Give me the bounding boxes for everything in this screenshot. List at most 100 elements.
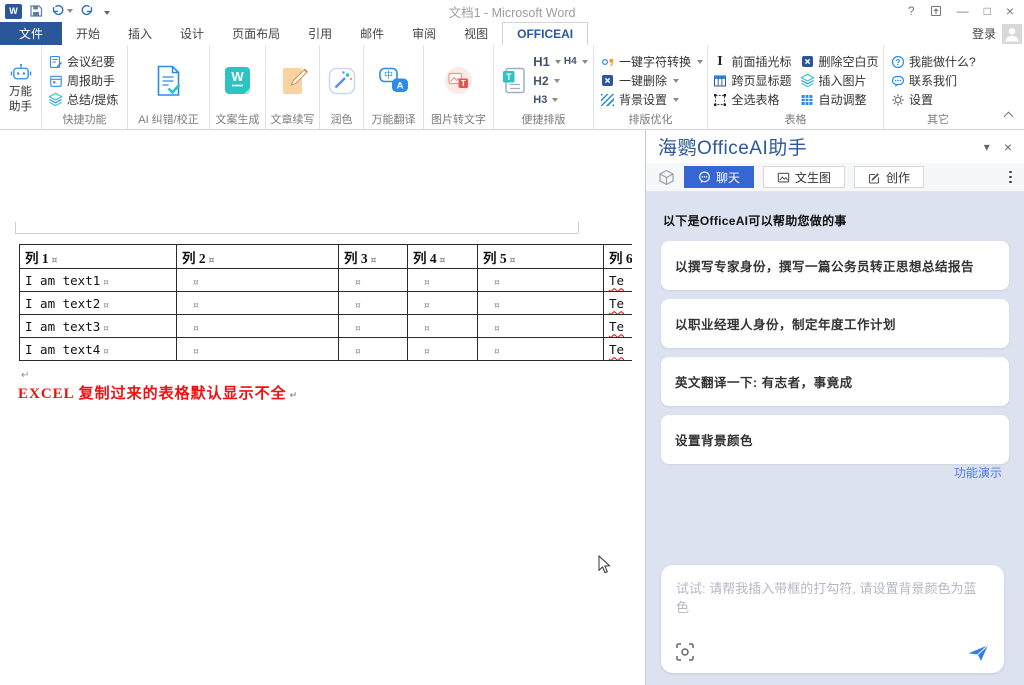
suggestion-card[interactable]: 以撰写专家身份，撰写一篇公务员转正思想总结报告 bbox=[661, 241, 1009, 290]
document-table[interactable]: 列 1¤ 列 2¤ 列 3¤ 列 4¤ 列 5¤ 列 6 I am text1¤… bbox=[19, 244, 632, 361]
table-cell[interactable]: ¤ bbox=[339, 338, 408, 361]
what-can-i-do-button[interactable]: ?我能做什么? bbox=[886, 52, 990, 71]
continue-writing-button[interactable] bbox=[268, 48, 317, 113]
panel-tab-text-to-image[interactable]: 文生图 bbox=[763, 166, 845, 188]
collapse-ribbon-button[interactable] bbox=[1004, 112, 1014, 122]
panel-tab-create[interactable]: 创作 bbox=[854, 166, 924, 188]
table-cell[interactable]: I am text2¤ bbox=[20, 292, 177, 315]
table-header-cell[interactable]: 列 3¤ bbox=[339, 245, 408, 269]
table-cell[interactable]: Te bbox=[604, 292, 633, 315]
table-cell[interactable]: Te bbox=[604, 269, 633, 292]
table-cell[interactable]: I am text4¤ bbox=[20, 338, 177, 361]
table-cell[interactable]: Te bbox=[604, 338, 633, 361]
table-cell[interactable]: ¤ bbox=[177, 269, 339, 292]
minimize-button[interactable]: — bbox=[957, 4, 969, 18]
login-label[interactable]: 登录 bbox=[972, 25, 996, 42]
universal-assistant-button[interactable]: 万能 助手 bbox=[2, 48, 39, 129]
table-cell[interactable]: ¤ bbox=[478, 315, 604, 338]
contact-us-button[interactable]: 联系我们 bbox=[886, 71, 990, 90]
tab-view[interactable]: 视图 bbox=[450, 22, 502, 45]
qat-customize-button[interactable] bbox=[102, 4, 110, 18]
settings-button[interactable]: 设置 bbox=[886, 90, 990, 109]
account-avatar[interactable] bbox=[1002, 24, 1022, 44]
char-convert-button[interactable]: 一键字符转换 bbox=[596, 52, 705, 71]
table-header-cell[interactable]: 列 2¤ bbox=[177, 245, 339, 269]
close-button[interactable]: × bbox=[1006, 3, 1014, 19]
table-header-cell[interactable]: 列 6 bbox=[604, 245, 633, 269]
background-settings-button[interactable]: 背景设置 bbox=[596, 90, 705, 109]
h2-button[interactable]: H2 bbox=[533, 74, 548, 88]
panel-collapse-button[interactable]: ▾ bbox=[984, 140, 990, 154]
save-icon[interactable] bbox=[29, 4, 43, 18]
table-cell[interactable]: I am text1¤ bbox=[20, 269, 177, 292]
meeting-notes-button[interactable]: 会议纪要 bbox=[44, 52, 125, 71]
table-cell[interactable]: ¤ bbox=[339, 269, 408, 292]
feature-demo-link[interactable]: 功能演示 bbox=[954, 464, 1002, 481]
table-header-cell[interactable]: 列 5¤ bbox=[478, 245, 604, 269]
undo-button[interactable] bbox=[50, 4, 73, 18]
table-cell[interactable]: ¤ bbox=[177, 292, 339, 315]
weekly-report-button[interactable]: 周报助手 bbox=[44, 71, 125, 90]
tab-design[interactable]: 设计 bbox=[166, 22, 218, 45]
tab-officeai[interactable]: OFFICEAI bbox=[502, 22, 588, 45]
maximize-button[interactable]: □ bbox=[984, 4, 991, 18]
table-cell[interactable]: ¤ bbox=[478, 292, 604, 315]
document-note-text[interactable]: EXCEL 复制过来的表格默认显示不全↵ bbox=[18, 382, 298, 403]
table-cell[interactable]: ¤ bbox=[478, 269, 604, 292]
table-cell[interactable]: ¤ bbox=[177, 315, 339, 338]
table-cell[interactable]: I am text3¤ bbox=[20, 315, 177, 338]
delete-blank-page-button[interactable]: 删除空白页 bbox=[796, 52, 883, 71]
select-table-button[interactable]: 全选表格 bbox=[708, 90, 795, 109]
panel-close-button[interactable]: × bbox=[1004, 139, 1012, 155]
suggestion-card[interactable]: 设置背景颜色 bbox=[661, 415, 1009, 464]
panel-menu-button[interactable] bbox=[1009, 171, 1012, 184]
table-header-row[interactable]: 列 1¤ 列 2¤ 列 3¤ 列 4¤ 列 5¤ 列 6 bbox=[20, 245, 633, 269]
table-row[interactable]: I am text3¤ ¤ ¤ ¤ ¤ Te bbox=[20, 315, 633, 338]
table-row[interactable]: I am text1¤ ¤ ¤ ¤ ¤ Te bbox=[20, 269, 633, 292]
polish-button[interactable] bbox=[322, 48, 361, 113]
autofit-button[interactable]: 自动调整 bbox=[796, 90, 883, 109]
image-to-text-button[interactable]: T bbox=[426, 48, 491, 113]
tab-review[interactable]: 审阅 bbox=[398, 22, 450, 45]
repeat-header-button[interactable]: 跨页显标题 bbox=[708, 71, 795, 90]
table-cell[interactable]: ¤ bbox=[177, 338, 339, 361]
table-cell[interactable]: ¤ bbox=[408, 269, 478, 292]
table-cell[interactable]: ¤ bbox=[339, 292, 408, 315]
tab-mailings[interactable]: 邮件 bbox=[346, 22, 398, 45]
chat-input[interactable] bbox=[676, 578, 989, 636]
table-row[interactable]: I am text2¤ ¤ ¤ ¤ ¤ Te bbox=[20, 292, 633, 315]
insert-cursor-before-button[interactable]: I前面插光标 bbox=[708, 52, 795, 71]
ribbon-options-button[interactable] bbox=[930, 5, 942, 17]
insert-picture-button[interactable]: 插入图片 bbox=[796, 71, 883, 90]
h1-button[interactable]: H1 bbox=[533, 54, 550, 69]
document-canvas[interactable]: 列 1¤ 列 2¤ 列 3¤ 列 4¤ 列 5¤ 列 6 I am text1¤… bbox=[0, 130, 645, 685]
table-cell[interactable]: ¤ bbox=[408, 338, 478, 361]
ai-proofread-button[interactable] bbox=[130, 48, 207, 113]
tab-insert[interactable]: 插入 bbox=[114, 22, 166, 45]
tab-file[interactable]: 文件 bbox=[0, 22, 62, 45]
table-cell[interactable]: Te bbox=[604, 315, 633, 338]
redo-button[interactable] bbox=[80, 4, 95, 18]
summarize-button[interactable]: 总结/提炼 bbox=[44, 90, 125, 109]
table-cell[interactable]: ¤ bbox=[478, 338, 604, 361]
tab-page-layout[interactable]: 页面布局 bbox=[218, 22, 294, 45]
one-key-delete-button[interactable]: 一键删除 bbox=[596, 71, 705, 90]
table-header-cell[interactable]: 列 1¤ bbox=[20, 245, 177, 269]
table-cell[interactable]: ¤ bbox=[408, 292, 478, 315]
plugin-cube-icon[interactable] bbox=[658, 169, 675, 186]
copywriting-button[interactable]: W bbox=[212, 48, 263, 113]
h3-button[interactable]: H3 bbox=[533, 94, 547, 106]
suggestion-card[interactable]: 英文翻译一下: 有志者，事竟成 bbox=[661, 357, 1009, 406]
table-row[interactable]: I am text4¤ ¤ ¤ ¤ ¤ Te bbox=[20, 338, 633, 361]
screenshot-icon[interactable] bbox=[675, 642, 695, 662]
h4-button[interactable]: H4 bbox=[564, 56, 577, 67]
table-cell[interactable]: ¤ bbox=[408, 315, 478, 338]
panel-tab-chat[interactable]: 聊天 bbox=[684, 166, 754, 188]
tab-home[interactable]: 开始 bbox=[62, 22, 114, 45]
chat-input-box[interactable] bbox=[661, 565, 1004, 673]
help-button[interactable]: ? bbox=[908, 4, 915, 18]
tab-references[interactable]: 引用 bbox=[294, 22, 346, 45]
suggestion-card[interactable]: 以职业经理人身份，制定年度工作计划 bbox=[661, 299, 1009, 348]
translate-button[interactable]: 中A bbox=[366, 48, 421, 113]
table-cell[interactable]: ¤ bbox=[339, 315, 408, 338]
